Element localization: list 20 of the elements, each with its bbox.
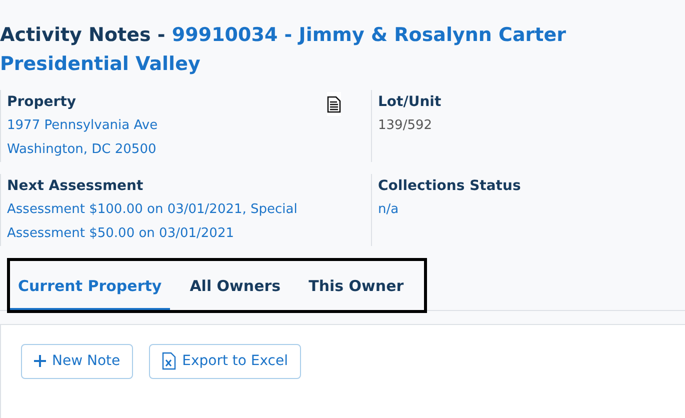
field-value[interactable]: Washington, DC 20500 xyxy=(7,138,365,162)
new-note-button[interactable]: New Note xyxy=(21,344,134,378)
field-value[interactable]: n/a xyxy=(378,198,665,222)
tab[interactable]: This Owner xyxy=(300,265,412,310)
field-label: Property xyxy=(7,93,76,112)
tab[interactable]: Current Property xyxy=(10,265,170,310)
field-label: Next Assessment xyxy=(7,177,144,196)
community-name: Presidential Valley xyxy=(0,52,202,77)
field-value[interactable]: 1977 Pennsylvania Ave xyxy=(7,114,365,138)
export-button[interactable]: Export to Excel xyxy=(149,344,302,378)
excel-file-icon xyxy=(162,352,176,370)
account-title: 99910034 - Jimmy & Rosalynn Carter xyxy=(172,24,566,46)
tab[interactable]: All Owners xyxy=(182,265,289,310)
document-icon[interactable] xyxy=(327,92,341,116)
field-value[interactable]: Assessment $100.00 on 03/01/2021, Special Assessment $50.00 on 03/01/2021 xyxy=(7,198,365,246)
plus-icon xyxy=(34,355,46,367)
field-label: Collections Status xyxy=(378,177,521,196)
field-value: 139/592 xyxy=(378,117,434,135)
page-title: Activity Notes - xyxy=(0,24,166,46)
field-label: Lot/Unit xyxy=(378,93,442,112)
